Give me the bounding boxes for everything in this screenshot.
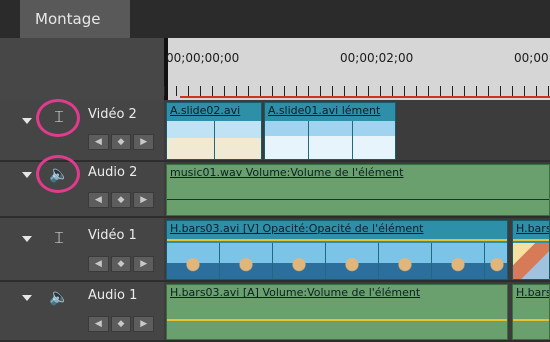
thumbnail	[326, 243, 379, 279]
expand-triangle-icon[interactable]	[22, 295, 32, 301]
thumbnail	[353, 121, 395, 159]
thumbnail	[309, 121, 353, 159]
clip-label: H.bars03.avi [A] Volume:Volume de l'élém…	[170, 286, 421, 299]
timeline-panel: Montage 00;00;00;00 00;00;02;00 00;00 ⌶ …	[0, 0, 550, 342]
add-keyframe-button[interactable]: ◆	[110, 256, 132, 272]
track-name-audio1: Audio 1	[88, 288, 138, 303]
audio-clip[interactable]: music01.wav Volume:Volume de l'élément	[166, 164, 550, 216]
thumbnail	[485, 243, 507, 279]
work-area-bar[interactable]	[180, 96, 550, 98]
clip-label: music01.wav Volume:Volume de l'élément	[170, 166, 404, 179]
video-clip[interactable]: H.bars	[512, 220, 550, 280]
thumbnail	[215, 121, 261, 159]
clip-thumbnails	[513, 243, 549, 279]
track-header-area	[0, 38, 164, 100]
video-clip[interactable]: A.slide02.avi	[166, 102, 262, 160]
video-clip[interactable]: A.slide01.avi lément	[264, 102, 396, 160]
thumbnail	[167, 121, 215, 159]
previous-keyframe-button[interactable]: ◀	[88, 134, 109, 150]
keyframe-navigator: ◀ ◆ ▶	[88, 256, 155, 272]
clip-label: H.bars	[516, 222, 550, 235]
filmstrip-icon[interactable]: ⌶	[46, 107, 72, 127]
volume-line	[513, 319, 549, 321]
expand-triangle-icon[interactable]	[22, 118, 32, 124]
clip-thumbnails	[167, 243, 507, 279]
previous-keyframe-button[interactable]: ◀	[88, 316, 109, 332]
expand-triangle-icon[interactable]	[22, 236, 32, 242]
timecode-label: 00;00	[514, 51, 549, 65]
track-header-video2: ⌶ Vidéo 2 ◀ ◆ ▶	[0, 99, 164, 162]
track-body-video1: H.bars03.avi [V] Opacité:Opacité de l'él…	[164, 218, 550, 282]
volume-line	[167, 319, 507, 321]
tab-montage[interactable]: Montage	[20, 0, 130, 38]
track-header-audio2: 🔈 Audio 2 ◀ ◆ ▶	[0, 155, 164, 218]
track-body-video2: A.slide02.avi A.slide01.avi lément	[164, 100, 550, 162]
thumbnail	[432, 243, 485, 279]
clip-thumbnails	[167, 121, 261, 159]
audio-clip[interactable]: H.bars03.avi [A] Volume:Volume de l'élém…	[166, 284, 508, 340]
next-keyframe-button[interactable]: ▶	[133, 316, 155, 332]
keyframe-navigator: ◀ ◆ ▶	[88, 134, 155, 150]
add-keyframe-button[interactable]: ◆	[110, 316, 132, 332]
thumbnail	[513, 243, 549, 279]
expand-triangle-icon[interactable]	[22, 172, 32, 178]
ruler-ticks	[164, 86, 550, 96]
previous-keyframe-button[interactable]: ◀	[88, 256, 109, 272]
track-header-audio1: 🔈 Audio 1 ◀ ◆ ▶	[0, 282, 164, 342]
filmstrip-icon[interactable]: ⌶	[46, 228, 72, 248]
video-clip[interactable]: H.bars03.avi [V] Opacité:Opacité de l'él…	[166, 220, 508, 280]
add-keyframe-button[interactable]: ◆	[110, 192, 132, 208]
clip-label: H.bars03.avi [V] Opacité:Opacité de l'él…	[170, 222, 424, 235]
timecode-label: 00;00;02;00	[340, 51, 414, 65]
speaker-icon[interactable]: 🔈	[46, 287, 72, 307]
track-name-video2: Vidéo 2	[88, 107, 137, 122]
thumbnail	[167, 243, 220, 279]
add-keyframe-button[interactable]: ◆	[110, 134, 132, 150]
next-keyframe-button[interactable]: ▶	[133, 134, 155, 150]
track-body-audio2: music01.wav Volume:Volume de l'élément	[164, 162, 550, 218]
keyframe-navigator: ◀ ◆ ▶	[88, 192, 155, 208]
time-ruler[interactable]: 00;00;00;00 00;00;02;00 00;00	[164, 38, 550, 100]
thumbnail	[379, 243, 432, 279]
audio-waveform-line	[167, 199, 549, 200]
clip-label: H.bars	[516, 286, 550, 299]
previous-keyframe-button[interactable]: ◀	[88, 192, 109, 208]
keyframe-navigator: ◀ ◆ ▶	[88, 316, 155, 332]
track-name-audio2: Audio 2	[88, 165, 138, 180]
opacity-line	[167, 239, 507, 241]
thumbnail	[273, 243, 326, 279]
thumbnail	[265, 121, 309, 159]
track-body-audio1: H.bars03.avi [A] Volume:Volume de l'élém…	[164, 282, 550, 342]
clip-thumbnails	[265, 121, 395, 159]
clip-label: A.slide02.avi	[170, 104, 241, 117]
clip-label: A.slide01.avi lément	[268, 104, 381, 117]
next-keyframe-button[interactable]: ▶	[133, 192, 155, 208]
next-keyframe-button[interactable]: ▶	[133, 256, 155, 272]
track-header-video1: ⌶ Vidéo 1 ◀ ◆ ▶	[0, 218, 164, 282]
timecode-label: 00;00;00;00	[166, 51, 240, 65]
audio-clip[interactable]: H.bars	[512, 284, 550, 340]
speaker-icon[interactable]: 🔈	[46, 164, 72, 184]
track-name-video1: Vidéo 1	[88, 228, 137, 243]
opacity-line	[513, 239, 549, 241]
thumbnail	[220, 243, 273, 279]
